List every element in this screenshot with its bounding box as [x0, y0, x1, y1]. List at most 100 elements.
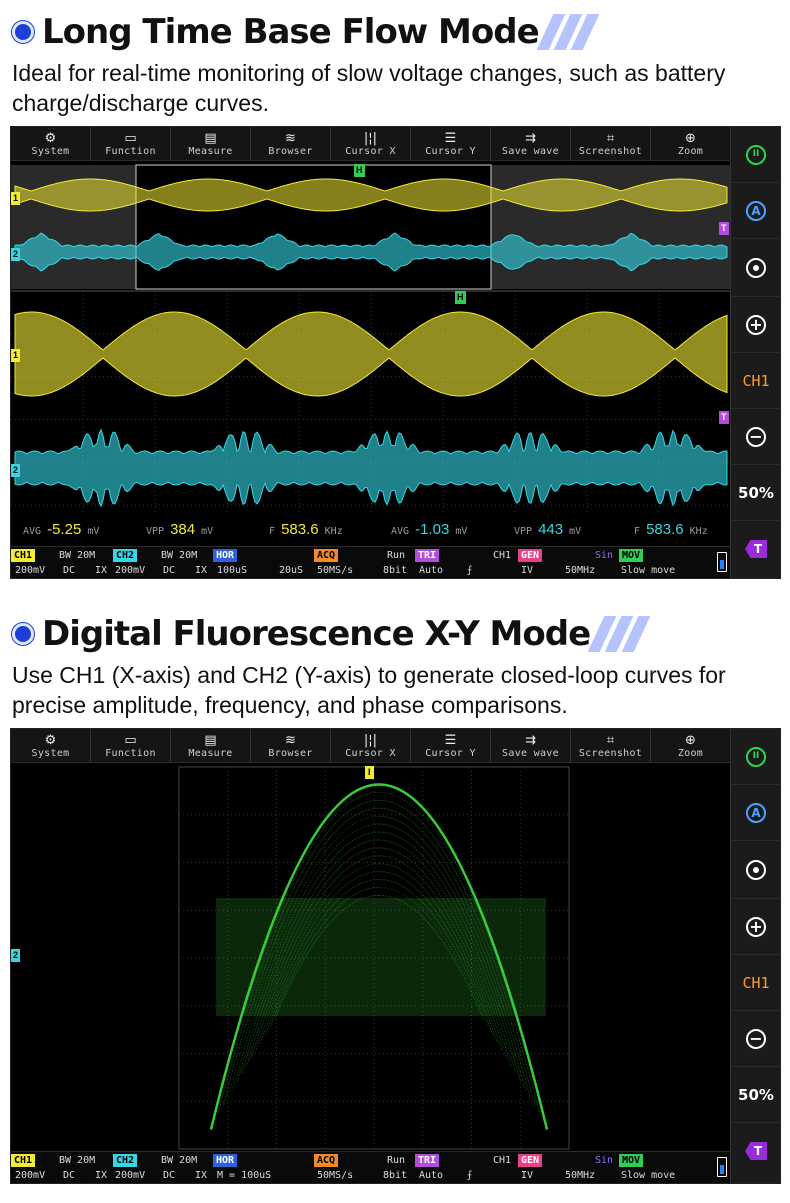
- menu-item-save-wave[interactable]: ⇉ Save wave: [491, 127, 571, 161]
- menu-label: Zoom: [677, 145, 704, 157]
- save-wave-icon: ⇉: [525, 130, 536, 146]
- gear-icon: ⚙: [44, 130, 57, 146]
- ch1-main-marker[interactable]: 1: [11, 349, 21, 362]
- heading-text: Long Time Base Flow Mode: [42, 12, 540, 52]
- trigger-position-marker[interactable]: I: [365, 766, 374, 779]
- gen-tag[interactable]: GEN: [518, 549, 543, 562]
- menu-label: System: [31, 747, 70, 759]
- pause-button[interactable]: II: [731, 127, 780, 183]
- acq-rate: 50MS/s: [317, 565, 354, 576]
- measurement-bar: AVG -5.25 mV VPP 384 mV F 583.6 KHz AVG …: [11, 515, 731, 547]
- menu-label: Browser: [268, 145, 313, 157]
- ch2-overview-marker[interactable]: 2: [11, 248, 21, 261]
- menu-item-function[interactable]: ▭ Function: [91, 127, 171, 161]
- mov-tag[interactable]: MOV: [619, 549, 644, 562]
- minus-icon: −: [746, 1028, 766, 1049]
- mov-tag[interactable]: MOV: [619, 1154, 644, 1167]
- channel-label: CH1: [742, 371, 770, 390]
- tri-tag[interactable]: TRI: [415, 1154, 440, 1167]
- target-icon: [746, 859, 766, 880]
- trigger-button[interactable]: T: [731, 521, 780, 577]
- menu-item-browser[interactable]: ≋ Browser: [251, 729, 331, 763]
- function-icon: ▭: [124, 732, 137, 748]
- status-bar: CH1 BW 20M 200mV DC IX CH2 BW 20M 200mV DC IX HOR 1…: [11, 546, 731, 578]
- ch2-tag[interactable]: CH2: [113, 549, 138, 562]
- browser-icon: ≋: [285, 130, 296, 146]
- menu-item-system[interactable]: ⚙ System: [11, 729, 91, 763]
- menu-item-screenshot[interactable]: ⌗ Screenshot: [571, 729, 651, 763]
- level-50-button[interactable]: 50%: [731, 1067, 780, 1123]
- trigger-level-marker-top[interactable]: T: [719, 222, 729, 235]
- auto-button[interactable]: A: [731, 785, 780, 841]
- hor-timebase: 100uS: [217, 565, 248, 576]
- menu-item-browser[interactable]: ≋ Browser: [251, 127, 331, 161]
- menu-item-zoom[interactable]: ⊕ Zoom: [651, 729, 731, 763]
- increase-button[interactable]: +: [731, 297, 780, 353]
- channel-label: CH1: [742, 973, 770, 992]
- single-button[interactable]: [731, 239, 780, 297]
- acq-tag[interactable]: ACQ: [314, 549, 339, 562]
- hor-position: 20uS: [279, 565, 304, 576]
- percent-label: 50%: [738, 483, 774, 502]
- decrease-button[interactable]: −: [731, 1011, 780, 1067]
- menu-label: Measure: [188, 145, 233, 157]
- menu-item-cursor-x[interactable]: |¦| Cursor X: [331, 729, 411, 763]
- trigger-button[interactable]: T: [731, 1123, 780, 1179]
- section-heading: Long Time Base Flow Mode: [12, 10, 600, 54]
- ch1-overview-marker[interactable]: 1: [11, 192, 21, 205]
- menu-item-cursor-y[interactable]: ☰ Cursor Y: [411, 729, 491, 763]
- ch1-bandwidth: BW 20M: [59, 550, 96, 561]
- pause-button[interactable]: II: [731, 729, 780, 785]
- ch2-scale: 200mV: [115, 565, 146, 576]
- menu-item-cursor-y[interactable]: ☰ Cursor Y: [411, 127, 491, 161]
- trigger-position-marker-top[interactable]: H: [354, 164, 365, 177]
- menu-label: Zoom: [677, 747, 704, 759]
- gen-tag[interactable]: GEN: [518, 1154, 543, 1167]
- channel-select-button[interactable]: CH1: [731, 955, 780, 1011]
- menu-item-screenshot[interactable]: ⌗ Screenshot: [571, 127, 651, 161]
- right-sidebar: II A + CH1 − 50% T: [730, 729, 780, 1183]
- hor-tag[interactable]: HOR: [213, 1154, 238, 1167]
- ch1-coupling: DC: [63, 1170, 76, 1181]
- menu-item-system[interactable]: ⚙ System: [11, 127, 91, 161]
- menu-bar: ⚙ System ▭ Function ▤ Measure ≋ Browser |¦| Curso…: [11, 127, 731, 161]
- ch1-scale: 200mV: [15, 1170, 46, 1181]
- mov-mode: Slow move: [621, 1170, 676, 1181]
- menu-item-cursor-x[interactable]: |¦| Cursor X: [331, 127, 411, 161]
- menu-item-save-wave[interactable]: ⇉ Save wave: [491, 729, 571, 763]
- menu-item-measure[interactable]: ▤ Measure: [171, 127, 251, 161]
- ch2-main-marker[interactable]: 2: [11, 464, 21, 477]
- level-50-button[interactable]: 50%: [731, 465, 780, 521]
- single-button[interactable]: [731, 841, 780, 899]
- bullet-icon: [12, 21, 34, 43]
- ch2-marker[interactable]: 2: [11, 949, 21, 962]
- browser-icon: ≋: [285, 732, 296, 748]
- section-xy-mode: Digital Fluorescence X-Y Mode Use CH1 (X…: [0, 600, 790, 1200]
- acq-tag[interactable]: ACQ: [314, 1154, 339, 1167]
- ch2-freq: F 583.6 KHz: [634, 521, 708, 538]
- ch1-tag[interactable]: CH1: [11, 549, 36, 562]
- tri-tag[interactable]: TRI: [415, 549, 440, 562]
- acq-state: Run: [387, 550, 406, 561]
- decrease-button[interactable]: −: [731, 409, 780, 465]
- menu-item-function[interactable]: ▭ Function: [91, 729, 171, 763]
- hor-tag[interactable]: HOR: [213, 549, 238, 562]
- ch1-tag[interactable]: CH1: [11, 1154, 36, 1167]
- section-heading: Digital Fluorescence X-Y Mode: [12, 612, 651, 656]
- menu-item-measure[interactable]: ▤ Measure: [171, 729, 251, 763]
- trigger-level-marker-main[interactable]: T: [719, 411, 729, 424]
- channel-select-button[interactable]: CH1: [731, 353, 780, 409]
- menu-label: System: [31, 145, 70, 157]
- increase-button[interactable]: +: [731, 899, 780, 955]
- cursor-y-icon: ☰: [444, 732, 457, 748]
- trigger-position-marker-main[interactable]: H: [455, 291, 466, 304]
- right-sidebar: II A + CH1 − 50% T: [730, 127, 780, 578]
- ch2-coupling: DC: [163, 565, 176, 576]
- menu-item-zoom[interactable]: ⊕ Zoom: [651, 127, 731, 161]
- ch2-tag[interactable]: CH2: [113, 1154, 138, 1167]
- acq-rate: 50MS/s: [317, 1170, 354, 1181]
- ch1-probe: IX: [95, 1170, 108, 1181]
- ch2-scale: 200mV: [115, 1170, 146, 1181]
- section-description: Ideal for real-time monitoring of slow v…: [12, 60, 726, 116]
- auto-button[interactable]: A: [731, 183, 780, 239]
